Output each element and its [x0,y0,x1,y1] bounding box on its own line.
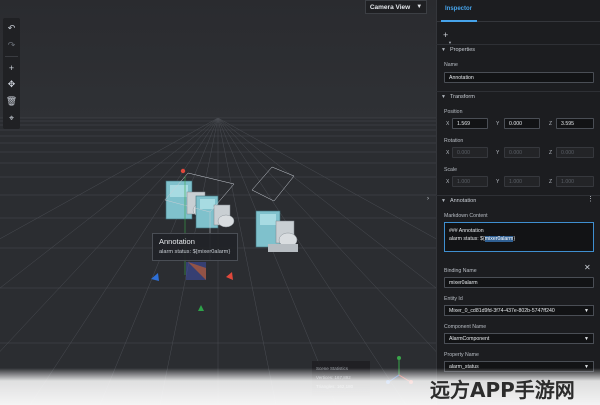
rotation-y-field[interactable]: 0.000 [504,147,540,158]
entity-id-dropdown[interactable]: Mixer_0_cd81d9fd-3f74-437e-802b-5747ff24… [444,305,594,316]
more-options-icon[interactable]: ⋮ [587,195,594,203]
collapse-triangle-icon: ▼ [441,47,446,53]
component-name-dropdown[interactable]: AlarmComponent ▼ [444,333,594,344]
markdown-selected-text: mixer0alarm [484,236,514,242]
rotation-y-axis-label: Y [496,150,500,156]
component-name-label: Component Name [444,324,487,330]
position-z-axis-label: Z [549,121,553,127]
mixer-model-2[interactable] [195,195,235,229]
delete-icon[interactable]: 🗑 [3,93,20,110]
rotation-x-field[interactable]: 0.000 [452,147,488,158]
position-y-axis-label: Y [496,121,500,127]
toolbar-divider [5,56,18,57]
scale-z-field[interactable]: 1.000 [556,176,594,187]
ground-grid [0,117,436,405]
chevron-right-icon[interactable]: › [427,196,429,202]
chevron-down-icon: ▼ [584,308,589,314]
rotation-z-field[interactable]: 0.000 [556,147,594,158]
scale-x-axis-label: X [446,179,450,185]
target-icon[interactable]: ⌖ [3,110,20,127]
camera-view-label: Camera View [369,3,411,11]
tab-inspector[interactable]: Inspector [445,6,472,12]
name-label: Name [444,62,458,68]
annotation-popup[interactable]: Annotation alarm status: ${mixer0alarm} [152,233,238,261]
tab-active-indicator [441,20,477,22]
rotation-z-axis-label: Z [549,150,553,156]
position-label: Position [444,109,463,115]
viewport-toolbar: ↶ ↷ + ✥ 🗑 ⌖ [3,18,20,129]
scale-y-field[interactable]: 1.000 [504,176,540,187]
component-name-value: AlarmComponent [449,336,490,342]
close-icon[interactable]: ✕ [584,263,591,272]
collapse-triangle-icon: ▼ [441,94,446,100]
markdown-content-label: Markdown Content [444,213,488,219]
3d-viewport[interactable]: ↶ ↷ + ✥ 🗑 ⌖ Camera View ▼ Annotation ala… [0,0,436,405]
transform-icon[interactable]: ✥ [3,76,20,93]
scale-z-axis-label: Z [549,179,553,185]
scale-x-field[interactable]: 1.000 [452,176,488,187]
rotation-label: Rotation [444,138,464,144]
rotation-x-axis-label: X [446,150,450,156]
property-name-label: Property Name [444,352,479,358]
section-annotation-title: Annotation [449,198,477,204]
markdown-line-2: alarm status: ${mixer0alarm} [449,235,589,243]
section-annotation-header[interactable]: ▼ Annotation [436,195,600,206]
chevron-down-icon: ▼ [416,4,423,10]
markdown-line-1: ### Annotation [449,228,484,234]
annotation-popup-body: alarm status: ${mixer0alarm} [159,249,231,255]
binding-name-field[interactable]: mixer0alarm [444,277,594,288]
position-x-axis-label: X [446,121,450,127]
markdown-line-2-suffix: } [513,236,516,242]
watermark-text: 远方APP手游网 [430,378,575,402]
markdown-line-2-prefix: alarm status: ${ [449,236,485,242]
mixer-model-3[interactable] [255,210,298,252]
section-transform-title: Transform [449,94,475,100]
camera-view-dropdown[interactable]: Camera View ▼ [365,0,427,14]
position-y-field[interactable]: 0.000 [504,118,540,129]
name-field[interactable]: Annotation [444,72,594,83]
entity-id-value: Mixer_0_cd81d9fd-3f74-437e-802b-5747ff24… [449,308,555,314]
inspector-tabbar: Inspector [437,0,600,22]
binding-name-label: Binding Name [444,268,477,274]
position-z-field[interactable]: 3.595 [556,118,594,129]
section-properties-header[interactable]: ▼ Properties [436,44,600,55]
section-properties-title: Properties [449,47,476,53]
markdown-content-textarea[interactable]: ### Annotation alarm status: ${mixer0ala… [444,222,594,252]
annotation-popup-title: Annotation [159,237,195,246]
collapse-triangle-icon: ▼ [441,198,446,204]
position-x-field[interactable]: 1.569 [452,118,488,129]
entity-id-label: Entity Id [444,296,463,302]
scale-y-axis-label: Y [496,179,500,185]
redo-icon[interactable]: ↷ [3,37,20,54]
add-component-button[interactable]: + [443,30,448,40]
chevron-down-icon: ▼ [584,336,589,342]
section-transform-header[interactable]: ▼ Transform [436,91,600,102]
undo-icon[interactable]: ↶ [3,20,20,37]
scale-label: Scale [444,167,457,173]
add-icon[interactable]: + [3,59,20,76]
